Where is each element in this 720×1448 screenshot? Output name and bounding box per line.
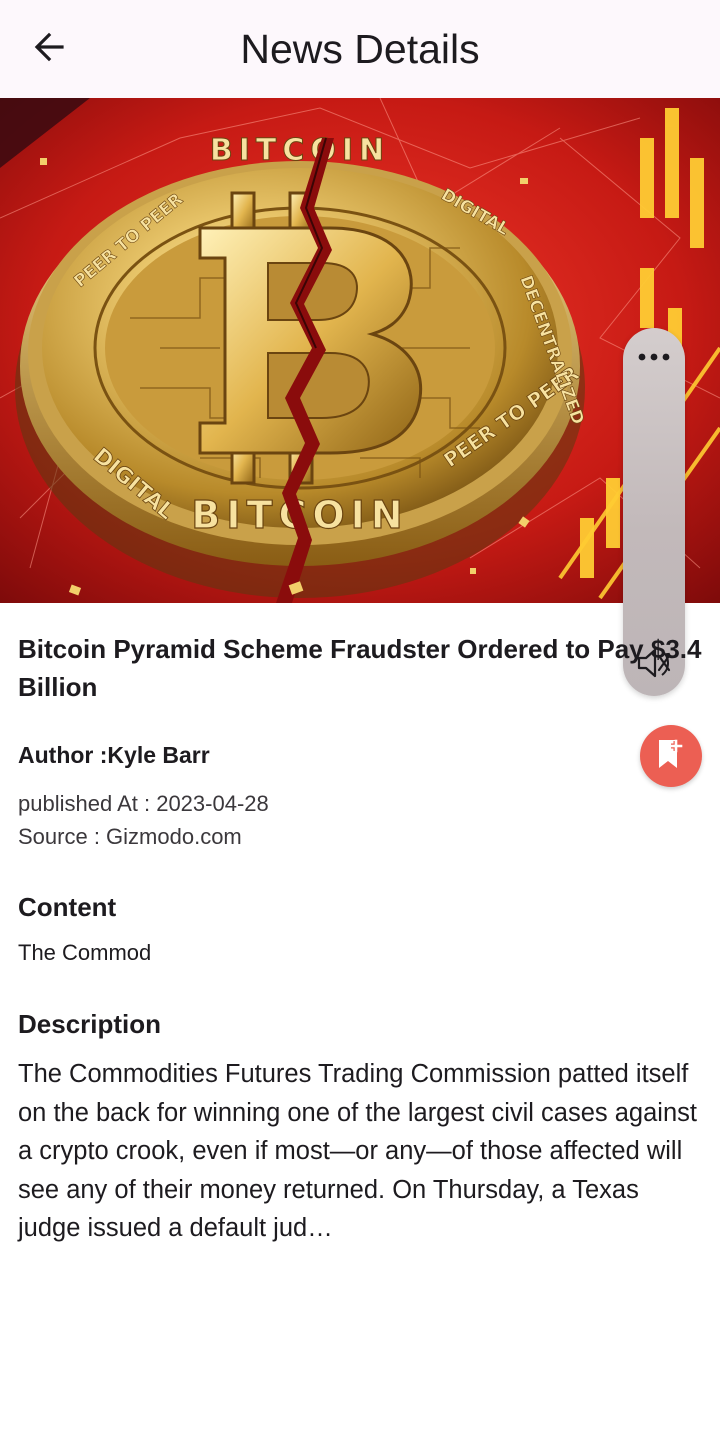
description-heading: Description [18,1009,162,1039]
article-description: The Commodities Futures Trading Commissi… [18,1060,697,1242]
article-source: Source : Gizmodo.com [18,824,242,849]
content-heading: Content [18,892,117,922]
article-title: Bitcoin Pyramid Scheme Fraudster Ordered… [18,634,702,702]
app-bar: News Details [0,0,720,98]
article-content: The Commod [18,940,152,965]
more-horizontal-icon [637,349,671,367]
article-published-date: published At : 2023-04-28 [18,791,269,816]
coin-top-text: BITCOIN [210,133,390,168]
article-author: Author :Kyle Barr [18,742,210,768]
more-options-button[interactable] [623,342,685,374]
news-hero-image: BITCOIN BITCOIN DIGITAL PEER TO PEER DEC… [0,98,720,603]
page-title: News Details [240,26,480,72]
bookmark-add-button[interactable] [640,725,702,787]
bookmark-add-icon [656,737,686,776]
